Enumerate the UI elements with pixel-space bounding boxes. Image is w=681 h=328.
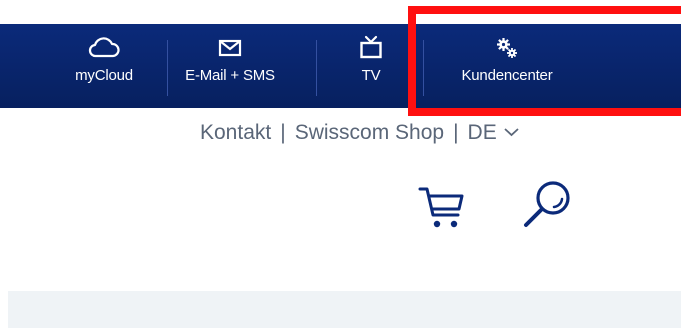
utility-separator: | [453, 121, 459, 144]
search-icon[interactable] [520, 178, 574, 232]
language-label: DE [467, 121, 497, 144]
cloud-icon [88, 37, 120, 58]
nav-item-mycloud[interactable]: myCloud [62, 24, 146, 108]
utility-links: Kontakt | Swisscom Shop | DE [200, 116, 595, 150]
nav-item-label: TV [361, 67, 381, 84]
cart-icon[interactable] [418, 182, 466, 232]
tv-icon [360, 35, 382, 59]
nav-item-tv[interactable]: TV [345, 24, 397, 108]
nav-item-label: myCloud [75, 67, 133, 84]
nav-item-label: E-Mail + SMS [185, 67, 275, 84]
contact-link[interactable]: Kontakt [200, 121, 271, 145]
content-panel [8, 291, 681, 328]
nav-divider [167, 40, 168, 96]
utility-separator: | [280, 121, 286, 144]
page: myCloud E-Mail + SMS TV Kundencenter Kon… [0, 0, 681, 328]
chevron-down-icon [504, 128, 519, 137]
envelope-icon [218, 39, 242, 57]
highlight-box [408, 6, 681, 116]
nav-item-email-sms[interactable]: E-Mail + SMS [178, 24, 282, 108]
swisscom-shop-link[interactable]: Swisscom Shop [295, 121, 444, 145]
nav-divider [316, 40, 317, 96]
language-selector[interactable]: DE [468, 121, 520, 145]
